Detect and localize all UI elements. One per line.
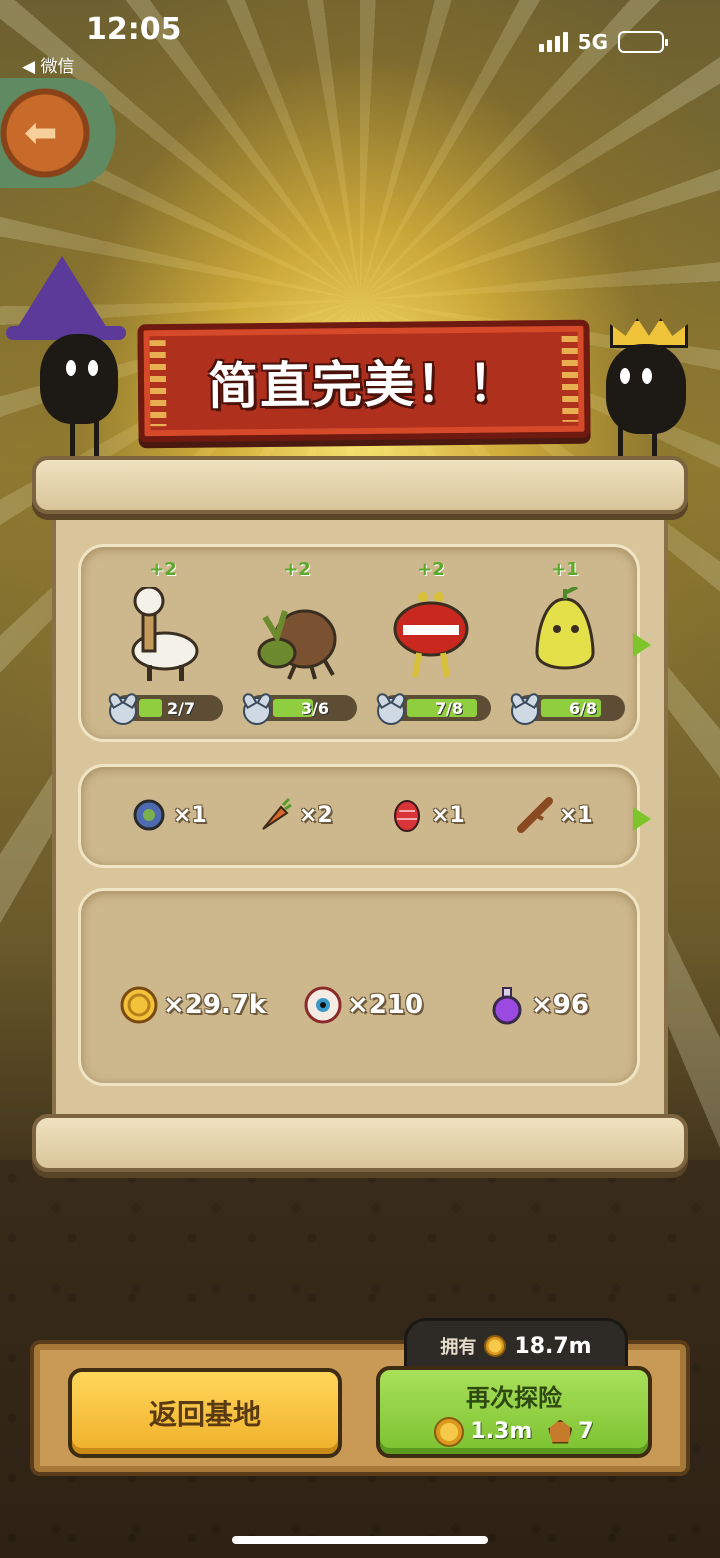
- coin-cost-value: 1.3m: [470, 1419, 533, 1444]
- ticket-cost: 7: [548, 1419, 594, 1444]
- back-arrow-icon: ⬅: [24, 110, 58, 156]
- resource-count: ×29.7k: [163, 990, 267, 1020]
- lips-monster-icon: [393, 592, 469, 678]
- monster-reward[interactable]: +2 7/8: [371, 547, 491, 727]
- items-next-arrow-icon[interactable]: [633, 807, 651, 831]
- resource-reward: ×96: [487, 985, 589, 1025]
- monster-reward[interactable]: +2 2/7: [103, 547, 223, 727]
- witch-hat-icon: [12, 256, 112, 336]
- ticket-icon: [548, 1419, 573, 1444]
- status-back-to-wechat[interactable]: ◀ 微信: [22, 52, 74, 77]
- item-count: ×1: [173, 802, 207, 828]
- carrot-icon: [262, 797, 292, 830]
- hermit-crab-monster-icon: [257, 609, 337, 680]
- return-base-button[interactable]: 返回基地: [68, 1368, 342, 1458]
- level-text: 2/7: [166, 698, 196, 718]
- network-label: 5G: [577, 30, 608, 54]
- coin-cost: 1.3m: [434, 1416, 533, 1447]
- item-reward: ×1: [517, 797, 593, 833]
- monster-plus: +2: [417, 559, 445, 580]
- king-character: [590, 318, 720, 468]
- gold-coin-icon: [120, 986, 158, 1024]
- item-reward: ×1: [389, 797, 465, 833]
- coin-icon: [484, 1335, 507, 1357]
- witch-character: [0, 256, 140, 456]
- snail-shell-icon: [133, 799, 165, 831]
- resource-count: ×210: [347, 990, 424, 1020]
- home-indicator[interactable]: [232, 1536, 488, 1544]
- pear-monster-icon: [535, 587, 595, 670]
- horn-skull-icon: [243, 697, 271, 725]
- owned-label: 拥有: [440, 1337, 477, 1358]
- level-text: 3/6: [300, 698, 330, 718]
- eyeball-icon: [304, 986, 342, 1024]
- resource-reward: ×210: [303, 985, 423, 1025]
- horn-skull-icon: [109, 697, 137, 725]
- red-egg-icon: [394, 800, 420, 832]
- item-rewards-panel: ×1 ×2 ×1 ×1: [78, 764, 651, 868]
- resource-count: ×96: [531, 990, 589, 1020]
- item-count: ×1: [559, 802, 593, 828]
- scroll-top-roll: [32, 456, 688, 514]
- horn-skull-icon: [511, 697, 539, 725]
- banner-title: 简直完美！！: [207, 354, 521, 416]
- horn-skull-icon: [377, 697, 405, 725]
- explore-costs: 1.3m 7: [434, 1416, 594, 1447]
- monsters-next-arrow-icon[interactable]: [633, 633, 651, 657]
- item-reward: ×1: [131, 797, 207, 833]
- explore-again-button[interactable]: 再次探险 1.3m 7: [376, 1366, 652, 1458]
- alpaca-monster-icon: [131, 587, 199, 681]
- result-banner: 简直完美！！: [137, 319, 591, 443]
- scroll-bottom-roll: [32, 1114, 688, 1172]
- purple-potion-icon: [492, 987, 522, 1025]
- back-button[interactable]: ⬅: [0, 78, 120, 188]
- resource-rewards-panel: ×29.7k ×210 ×96: [78, 888, 640, 1086]
- status-time: 12:05: [86, 12, 182, 47]
- monster-reward[interactable]: +1 6/8: [505, 547, 625, 727]
- signal-icon: [538, 32, 568, 52]
- monster-plus: +2: [283, 559, 311, 580]
- resource-reward: ×29.7k: [119, 985, 266, 1025]
- monster-reward[interactable]: +2 3/6: [237, 547, 357, 727]
- ticket-cost-value: 7: [578, 1419, 594, 1444]
- owned-value: 18.7m: [514, 1333, 592, 1359]
- battery-icon: [618, 31, 668, 53]
- monster-plus: +1: [551, 559, 579, 580]
- wood-stick-icon: [517, 797, 553, 833]
- item-count: ×2: [299, 802, 333, 828]
- item-count: ×1: [431, 802, 465, 828]
- monster-plus: +2: [149, 559, 177, 580]
- level-text: 6/8: [568, 698, 598, 718]
- explore-again-label: 再次探险: [466, 1383, 562, 1412]
- coin-icon: [434, 1416, 465, 1447]
- item-reward: ×2: [257, 797, 333, 833]
- status-right: 5G: [538, 30, 668, 54]
- return-base-label: 返回基地: [148, 1398, 261, 1431]
- level-text: 7/8: [434, 698, 464, 718]
- monster-rewards-panel: +2 2/7 +2 3/6 +2 7/8 +1 6/8: [78, 544, 651, 742]
